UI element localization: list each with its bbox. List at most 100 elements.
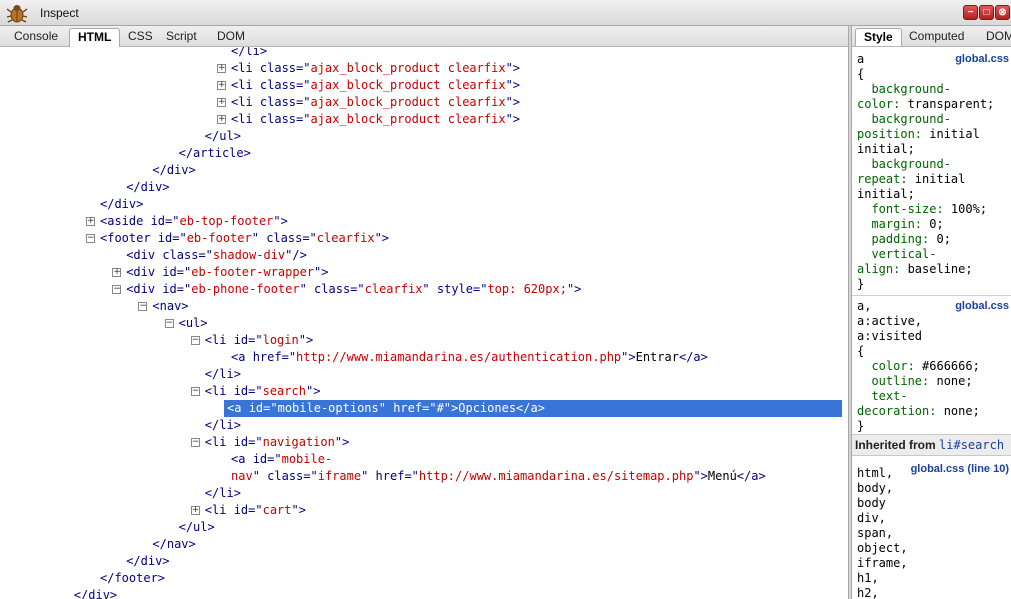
tree-node-markup: </div> <box>74 587 117 599</box>
tab-computed[interactable]: Computed <box>901 28 972 46</box>
expand-icon[interactable]: + <box>217 97 226 107</box>
inherited-css-file-link[interactable]: global.css (line 10) <box>911 463 1009 475</box>
css-property[interactable]: align: <box>857 262 908 276</box>
tree-node[interactable]: + <li id="cart"> <box>0 502 848 519</box>
tab-console[interactable]: Console <box>6 28 66 47</box>
tab-css[interactable]: CSS <box>120 28 161 47</box>
markup-token: <aside <box>100 213 151 228</box>
expand-icon[interactable]: + <box>190 505 200 515</box>
restore-button[interactable]: □ <box>979 5 994 20</box>
collapse-icon[interactable]: − <box>138 301 148 311</box>
tree-node[interactable]: <div class="shadow-div"/> <box>0 247 848 264</box>
tab-html[interactable]: HTML <box>69 28 121 47</box>
inherited-selector-line: iframe, <box>857 556 908 570</box>
tree-node[interactable]: + <li class="ajax_block_product clearfix"… <box>0 94 848 111</box>
tree-node[interactable]: − <nav> <box>0 298 848 315</box>
markup-token: " <box>252 468 268 483</box>
markup-token: eb-phone-footer <box>191 281 300 296</box>
tree-node-markup: <div id="eb-footer-wrapper"> <box>126 264 328 281</box>
css-property[interactable]: margin: <box>857 217 929 231</box>
expand-icon[interactable]: + <box>217 114 226 124</box>
tab-dom[interactable]: DOM <box>209 28 253 47</box>
tree-node[interactable]: + <li class="ajax_block_product clearfix"… <box>0 111 848 128</box>
tree-node[interactable]: − <div id="eb-phone-footer" class="clearf… <box>0 281 848 298</box>
collapse-icon[interactable]: − <box>164 318 174 328</box>
markup-token: href <box>375 468 405 483</box>
css-property[interactable]: vertical- <box>857 247 936 261</box>
collapse-icon[interactable]: − <box>112 284 122 294</box>
css-property[interactable]: outline: <box>857 374 936 388</box>
expand-icon[interactable]: + <box>86 216 95 226</box>
tab-script[interactable]: Script <box>158 28 205 47</box>
tree-node[interactable]: + <li class="ajax_block_product clearfix"… <box>0 60 848 77</box>
firebug-icon <box>6 5 28 23</box>
markup-token: class <box>267 468 304 483</box>
css-value: a <box>857 52 865 66</box>
tree-node[interactable]: </footer> <box>0 570 848 587</box>
tree-node[interactable]: </li> <box>0 485 848 502</box>
css-property[interactable]: background- <box>857 82 950 96</box>
tree-node[interactable]: − <li id="search"> <box>0 383 848 400</box>
close-button[interactable]: ⊗ <box>995 5 1010 20</box>
tree-node[interactable]: <a href="http://www.miamandarina.es/auth… <box>0 349 848 366</box>
tree-node[interactable]: </article> <box>0 145 848 162</box>
tab-side-dom[interactable]: DOM <box>978 28 1011 46</box>
css-property[interactable]: repeat: <box>857 172 915 186</box>
markup-token: nav <box>231 468 253 483</box>
markup-token: "> <box>505 94 521 109</box>
tree-node[interactable]: </div> <box>0 179 848 196</box>
css-line: } <box>857 419 864 434</box>
css-property[interactable]: decoration: <box>857 404 944 418</box>
markup-token: <li <box>204 332 234 347</box>
tree-node[interactable]: </div> <box>0 553 848 570</box>
css-file-link[interactable]: global.css <box>955 53 1009 65</box>
tree-node[interactable]: </div> <box>0 162 848 179</box>
tree-node[interactable]: </nav> <box>0 536 848 553</box>
tree-node[interactable]: − <li id="navigation"> <box>0 434 848 451</box>
css-property[interactable]: background- <box>857 112 950 126</box>
tree-node[interactable]: nav" class="iframe" href="http://www.mia… <box>0 468 848 485</box>
markup-token: =" <box>248 383 263 398</box>
css-property[interactable]: padding: <box>857 232 936 246</box>
inherited-selector-line: html, <box>857 466 894 480</box>
markup-token: <ul> <box>178 315 208 330</box>
css-property[interactable]: font-size: <box>857 202 951 216</box>
markup-token: <li <box>231 60 260 75</box>
tree-node[interactable]: </ul> <box>0 519 848 536</box>
markup-token: " <box>422 281 437 296</box>
tree-node[interactable]: − <ul> <box>0 315 848 332</box>
tab-style[interactable]: Style <box>855 28 902 46</box>
collapse-icon[interactable]: − <box>190 386 200 396</box>
css-file-link[interactable]: global.css <box>955 300 1009 312</box>
css-property[interactable]: color: <box>857 97 908 111</box>
minimize-button[interactable]: − <box>963 5 978 20</box>
tree-node[interactable]: </li> <box>0 366 848 383</box>
css-property[interactable]: color: <box>857 359 922 373</box>
css-property[interactable]: text- <box>857 389 907 403</box>
markup-token: <footer <box>100 230 158 245</box>
tree-node[interactable]: − <li id="login"> <box>0 332 848 349</box>
expand-icon[interactable]: + <box>217 63 226 73</box>
tree-node[interactable]: − <footer id="eb-footer" class="clearfix"… <box>0 230 848 247</box>
tree-node[interactable]: </li> <box>0 417 848 434</box>
tree-node-markup: <li class="ajax_block_product clearfix"> <box>231 60 520 77</box>
tree-node[interactable]: + <li class="ajax_block_product clearfix"… <box>0 77 848 94</box>
tree-node[interactable]: </li> <box>0 47 848 60</box>
tree-node[interactable]: </ul> <box>0 128 848 145</box>
markup-token: "> <box>693 468 708 483</box>
tree-node[interactable]: + <aside id="eb-top-footer"> <box>0 213 848 230</box>
expand-icon[interactable]: + <box>217 80 226 90</box>
tree-node[interactable]: </div> <box>0 587 848 599</box>
tree-node[interactable]: <a id="mobile- <box>0 451 848 468</box>
css-property[interactable]: background- <box>857 157 950 171</box>
markup-token: <li <box>231 77 260 92</box>
tree-node[interactable]: </div> <box>0 196 848 213</box>
inherited-selector-link[interactable]: li#search <box>939 438 1004 452</box>
collapse-icon[interactable]: − <box>86 233 95 243</box>
tree-node-selected[interactable]: <a id="mobile-options" href="#">Opciones… <box>224 399 842 417</box>
expand-icon[interactable]: + <box>112 267 122 277</box>
css-property[interactable]: position: <box>857 127 929 141</box>
collapse-icon[interactable]: − <box>190 335 200 345</box>
tree-node[interactable]: + <div id="eb-footer-wrapper"> <box>0 264 848 281</box>
collapse-icon[interactable]: − <box>190 437 200 447</box>
